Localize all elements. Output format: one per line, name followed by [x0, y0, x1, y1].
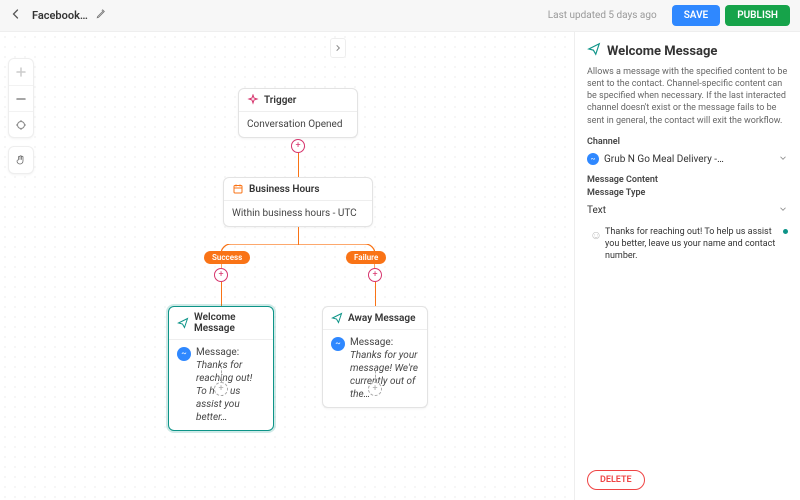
add-step-button[interactable]: +	[214, 382, 228, 396]
node-header: Welcome Message	[169, 307, 273, 340]
add-step-button[interactable]: +	[214, 268, 228, 282]
node-body: Conversation Opened	[239, 112, 357, 137]
node-message-text: Message: Thanks for reaching out! To hel…	[196, 346, 265, 424]
publish-button[interactable]: PUBLISH	[725, 5, 790, 26]
side-panel: Welcome Message Allows a message with th…	[574, 32, 800, 500]
panel-description: Allows a message with the specified cont…	[587, 66, 788, 127]
message-type-value: Text	[587, 205, 606, 216]
message-content-row[interactable]: ☺ Thanks for reaching out! To help us as…	[587, 226, 788, 262]
workflow-title: Facebook…	[32, 9, 88, 22]
message-type-select[interactable]: Text	[587, 201, 788, 220]
connector	[375, 282, 376, 306]
node-trigger[interactable]: Trigger Conversation Opened	[238, 88, 358, 138]
back-button[interactable]	[10, 8, 22, 23]
connector	[221, 282, 222, 306]
messenger-icon: ~	[331, 337, 345, 351]
topbar: Facebook… Last updated 5 days ago SAVE P…	[0, 0, 800, 32]
panel-title: Welcome Message	[587, 42, 788, 60]
canvas-inner: Trigger Conversation Opened + Business H…	[0, 32, 574, 500]
node-business-hours[interactable]: Business Hours Within business hours - U…	[223, 177, 373, 227]
branch-label-failure: Failure	[346, 251, 386, 264]
send-icon	[331, 312, 343, 324]
main: Trigger Conversation Opened + Business H…	[0, 32, 800, 500]
node-header: Away Message	[323, 307, 427, 330]
arrow-left-icon	[10, 8, 22, 20]
node-title: Trigger	[264, 95, 296, 106]
node-title: Business Hours	[249, 184, 319, 195]
messenger-icon: ~	[177, 347, 191, 361]
type-label: Message Type	[587, 188, 788, 198]
channel-select[interactable]: ~ Grub N Go Meal Delivery -…	[587, 150, 788, 169]
channel-value: ~ Grub N Go Meal Delivery -…	[587, 153, 724, 165]
node-body: Within business hours - UTC	[224, 201, 372, 226]
node-message-text: Message: Thanks for your message! We're …	[350, 336, 419, 401]
messenger-icon: ~	[587, 153, 599, 165]
channel-label: Channel	[587, 137, 788, 147]
add-step-button[interactable]: +	[368, 382, 382, 396]
chevron-down-icon	[778, 153, 788, 166]
save-button[interactable]: SAVE	[672, 5, 721, 26]
connector	[298, 153, 299, 177]
pencil-icon	[96, 9, 106, 19]
branch-label-success: Success	[204, 251, 250, 264]
delete-button[interactable]: DELETE	[587, 470, 645, 490]
canvas[interactable]: Trigger Conversation Opened + Business H…	[0, 32, 574, 500]
node-title: Welcome Message	[194, 312, 265, 334]
add-step-button[interactable]: +	[291, 139, 305, 153]
message-content-text: Thanks for reaching out! To help us assi…	[605, 226, 779, 262]
status-dot-icon	[783, 229, 788, 234]
connector	[298, 227, 299, 245]
trigger-icon	[247, 94, 259, 106]
last-updated: Last updated 5 days ago	[548, 10, 657, 21]
content-label: Message Content	[587, 175, 788, 185]
node-header: Business Hours	[224, 178, 372, 201]
add-step-button[interactable]: +	[368, 268, 382, 282]
connector-dashed	[221, 366, 222, 382]
node-title: Away Message	[348, 313, 416, 324]
node-header: Trigger	[239, 89, 357, 112]
edit-title-button[interactable]	[96, 9, 106, 22]
emoji-icon: ☺	[587, 228, 605, 242]
send-icon	[587, 42, 601, 60]
calendar-icon	[232, 183, 244, 195]
chevron-down-icon	[778, 204, 788, 217]
connector-dashed	[375, 366, 376, 382]
send-icon	[177, 317, 189, 329]
